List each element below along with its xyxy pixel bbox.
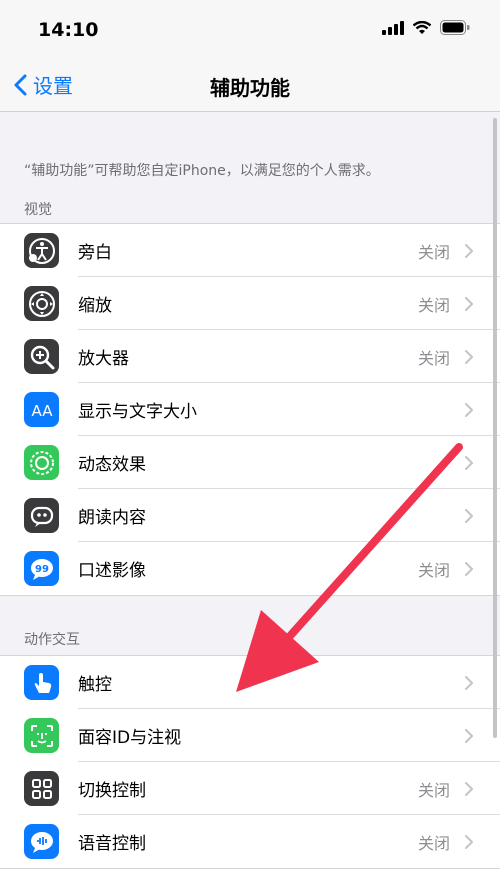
voiceover-icon [24,233,59,268]
settings-row-voice-control[interactable]: 语音控制 关闭 [0,815,500,868]
settings-row-value: 关闭 [417,833,450,853]
description-text: “辅助功能”可帮助您自定iPhone，以满足您的个人需求。 [24,163,380,179]
settings-row-label: 切换控制 [78,781,146,801]
settings-row-text-size[interactable]: AA 显示与文字大小 [0,383,500,436]
chevron-right-icon [465,675,473,690]
battery-icon [440,20,470,35]
settings-row-touch[interactable]: 触控 [0,656,500,709]
settings-row-label: 显示与文字大小 [78,402,197,422]
settings-row-magnifier[interactable]: 放大器 关闭 [0,330,500,383]
settings-row-value: 关闭 [417,780,450,800]
settings-row-motion[interactable]: 动态效果 [0,436,500,489]
chevron-right-icon [465,349,473,364]
settings-row-face-id[interactable]: 面容ID与注视 [0,709,500,762]
section-header-vision: 视觉 [24,202,52,218]
settings-row-label: 缩放 [78,296,112,316]
chevron-right-icon [465,781,473,796]
chevron-right-icon [465,296,473,311]
chevron-right-icon [465,402,473,417]
chevron-right-icon [465,455,473,470]
settings-row-voiceover[interactable]: 旁白 关闭 [0,224,500,277]
switch-control-icon [24,771,59,806]
cellular-signal-icon [382,20,404,35]
section-header-interaction: 动作交互 [24,632,80,648]
wifi-icon [412,20,432,34]
settings-row-label: 旁白 [78,243,112,263]
text-size-icon: AA [24,392,59,427]
settings-row-value: 关闭 [417,295,450,315]
settings-row-label: 放大器 [78,349,129,369]
status-time: 14:10 [38,19,99,41]
magnifier-icon [24,339,59,374]
settings-row-label: 语音控制 [78,834,146,854]
settings-row-label: 朗读内容 [78,508,146,528]
chevron-right-icon [465,834,473,849]
status-bar: 14:10 [0,0,500,60]
svg-text:99: 99 [35,564,49,575]
settings-row-switch-control[interactable]: 切换控制 关闭 [0,762,500,815]
status-icons [382,20,470,35]
chevron-right-icon [465,728,473,743]
spoken-content-icon [24,498,59,533]
settings-row-value: 关闭 [417,242,450,262]
vision-settings-group: 旁白 关闭 缩放 关闭 放大器 关闭 AA 显示与文字大小 动态效果 朗读内容 99 口述影像 关闭 [0,223,500,596]
svg-text:AA: AA [31,402,53,420]
chevron-right-icon [465,508,473,523]
settings-row-zoom[interactable]: 缩放 关闭 [0,277,500,330]
scrollbar[interactable] [493,118,497,738]
settings-row-spoken-content[interactable]: 朗读内容 [0,489,500,542]
interaction-settings-group: 触控 面容ID与注视 切换控制 关闭 语音控制 关闭 [0,655,500,869]
settings-row-label: 触控 [78,675,112,695]
zoom-icon [24,286,59,321]
page-title: 辅助功能 [210,76,290,100]
voice-control-icon [24,824,59,859]
touch-icon [24,665,59,700]
settings-row-label: 口述影像 [78,561,146,581]
settings-row-audio-description[interactable]: 99 口述影像 关闭 [0,542,500,595]
chevron-right-icon [465,243,473,258]
settings-row-label: 面容ID与注视 [78,728,182,748]
chevron-right-icon [465,561,473,576]
settings-row-value: 关闭 [417,348,450,368]
face-id-icon [24,718,59,753]
settings-row-value: 关闭 [417,560,450,580]
settings-row-label: 动态效果 [78,455,146,475]
motion-icon [24,445,59,480]
navigation-bar: 设置 辅助功能 [0,60,500,112]
audio-description-icon: 99 [24,551,59,586]
